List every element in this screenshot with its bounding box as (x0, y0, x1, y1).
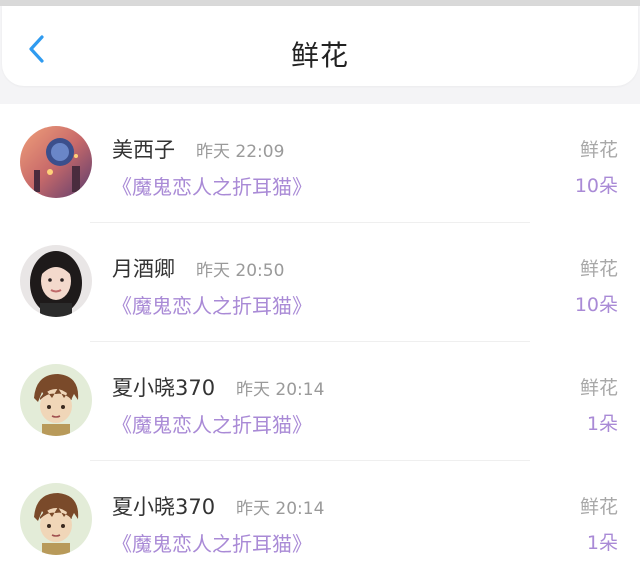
book-title-link[interactable]: 《魔鬼恋人之折耳猫》 (112, 409, 312, 438)
gift-count: 10朵 (574, 175, 618, 197)
user-name: 夏小晓370 (112, 495, 216, 519)
avatar[interactable] (20, 245, 92, 317)
timestamp: 昨天 20:14 (236, 380, 325, 400)
flower-record-list: 美西子 昨天 22:09 《魔鬼恋人之折耳猫》 鲜花 10朵 月酒卿 昨天 20… (0, 104, 640, 580)
list-item[interactable]: 夏小晓370 昨天 20:14 《魔鬼恋人之折耳猫》 鲜花 1朵 (0, 461, 640, 580)
timestamp: 昨天 20:14 (236, 499, 325, 519)
book-title-link[interactable]: 《魔鬼恋人之折耳猫》 (112, 528, 312, 557)
book-title-link[interactable]: 《魔鬼恋人之折耳猫》 (112, 290, 312, 319)
gift-type-label: 鲜花 (579, 139, 618, 161)
book-title-link[interactable]: 《魔鬼恋人之折耳猫》 (112, 171, 312, 200)
timestamp: 昨天 20:50 (196, 261, 285, 281)
avatar[interactable] (20, 126, 92, 198)
gift-count: 10朵 (574, 294, 618, 316)
avatar[interactable] (20, 483, 92, 555)
avatar[interactable] (20, 364, 92, 436)
timestamp: 昨天 22:09 (196, 142, 285, 162)
user-name: 美西子 (112, 138, 175, 162)
gift-type-label: 鲜花 (579, 377, 618, 399)
top-bar: 鲜花 (2, 6, 638, 86)
list-item[interactable]: 夏小晓370 昨天 20:14 《魔鬼恋人之折耳猫》 鲜花 1朵 (0, 342, 640, 461)
gift-type-label: 鲜花 (579, 258, 618, 280)
gift-type-label: 鲜花 (579, 496, 618, 518)
page-title: 鲜花 (290, 39, 349, 72)
list-item[interactable]: 美西子 昨天 22:09 《魔鬼恋人之折耳猫》 鲜花 10朵 (0, 104, 640, 223)
user-name: 月酒卿 (112, 257, 175, 281)
list-item[interactable]: 月酒卿 昨天 20:50 《魔鬼恋人之折耳猫》 鲜花 10朵 (0, 223, 640, 342)
gift-count: 1朵 (586, 532, 618, 554)
user-name: 夏小晓370 (112, 376, 216, 400)
gift-count: 1朵 (586, 413, 618, 435)
